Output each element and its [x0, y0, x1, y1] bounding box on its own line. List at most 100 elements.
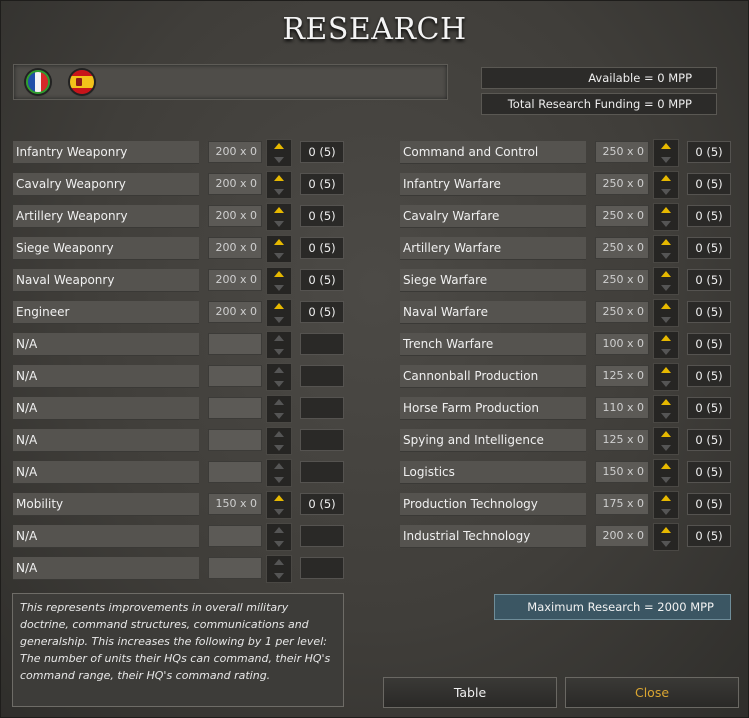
arrow-up-icon[interactable]: [274, 431, 284, 437]
research-stepper[interactable]: [266, 523, 292, 551]
arrow-down-icon[interactable]: [661, 157, 671, 163]
arrow-up-icon[interactable]: [661, 239, 671, 245]
research-label: Cannonball Production: [400, 365, 586, 388]
research-stepper[interactable]: [266, 139, 292, 167]
research-level: 0 (5): [687, 429, 731, 451]
arrow-down-icon[interactable]: [661, 317, 671, 323]
research-stepper[interactable]: [653, 459, 679, 487]
arrow-down-icon[interactable]: [274, 189, 284, 195]
arrow-up-icon[interactable]: [661, 399, 671, 405]
research-stepper[interactable]: [653, 235, 679, 263]
arrow-up-icon[interactable]: [274, 303, 284, 309]
arrow-up-icon[interactable]: [661, 463, 671, 469]
arrow-up-icon[interactable]: [274, 207, 284, 213]
arrow-down-icon[interactable]: [661, 381, 671, 387]
arrow-up-icon[interactable]: [274, 495, 284, 501]
research-stepper[interactable]: [653, 523, 679, 551]
arrow-up-icon[interactable]: [661, 303, 671, 309]
arrow-up-icon[interactable]: [661, 335, 671, 341]
arrow-up-icon[interactable]: [661, 367, 671, 373]
research-cost: 125 x 0: [595, 429, 649, 451]
research-label: Engineer: [13, 301, 199, 324]
research-stepper[interactable]: [653, 395, 679, 423]
arrow-up-icon[interactable]: [274, 143, 284, 149]
research-label: Siege Weaponry: [13, 237, 199, 260]
arrow-down-icon[interactable]: [274, 317, 284, 323]
arrow-up-icon[interactable]: [661, 175, 671, 181]
research-row: Siege Warfare 250 x 0 0 (5): [400, 267, 735, 295]
arrow-down-icon[interactable]: [274, 445, 284, 451]
arrow-up-icon[interactable]: [274, 559, 284, 565]
research-stepper[interactable]: [653, 203, 679, 231]
research-label: N/A: [13, 397, 199, 420]
arrow-up-icon[interactable]: [274, 463, 284, 469]
arrow-down-icon[interactable]: [274, 541, 284, 547]
research-stepper[interactable]: [653, 139, 679, 167]
arrow-down-icon[interactable]: [274, 285, 284, 291]
arrow-down-icon[interactable]: [661, 221, 671, 227]
research-stepper[interactable]: [266, 395, 292, 423]
arrow-down-icon[interactable]: [661, 445, 671, 451]
arrow-down-icon[interactable]: [274, 157, 284, 163]
arrow-up-icon[interactable]: [274, 335, 284, 341]
research-stepper[interactable]: [266, 235, 292, 263]
research-level: [300, 557, 344, 579]
arrow-down-icon[interactable]: [274, 221, 284, 227]
arrow-up-icon[interactable]: [274, 239, 284, 245]
arrow-up-icon[interactable]: [274, 175, 284, 181]
arrow-up-icon[interactable]: [661, 271, 671, 277]
arrow-up-icon[interactable]: [274, 367, 284, 373]
research-stepper[interactable]: [653, 331, 679, 359]
arrow-up-icon[interactable]: [661, 527, 671, 533]
research-stepper[interactable]: [653, 267, 679, 295]
table-button[interactable]: Table: [383, 677, 557, 708]
research-row: N/A: [13, 523, 348, 551]
arrow-down-icon[interactable]: [661, 541, 671, 547]
research-level: 0 (5): [300, 173, 344, 195]
close-button[interactable]: Close: [565, 677, 739, 708]
research-stepper[interactable]: [266, 267, 292, 295]
arrow-up-icon[interactable]: [661, 495, 671, 501]
arrow-up-icon[interactable]: [274, 271, 284, 277]
arrow-down-icon[interactable]: [661, 189, 671, 195]
arrow-up-icon[interactable]: [274, 399, 284, 405]
research-stepper[interactable]: [266, 491, 292, 519]
research-cost: [208, 333, 262, 355]
research-row: Cavalry Warfare 250 x 0 0 (5): [400, 203, 735, 231]
arrow-down-icon[interactable]: [661, 413, 671, 419]
research-stepper[interactable]: [266, 171, 292, 199]
research-stepper[interactable]: [266, 459, 292, 487]
research-stepper[interactable]: [266, 427, 292, 455]
arrow-up-icon[interactable]: [274, 527, 284, 533]
research-label: N/A: [13, 429, 199, 452]
research-stepper[interactable]: [653, 491, 679, 519]
research-stepper[interactable]: [653, 427, 679, 455]
arrow-down-icon[interactable]: [661, 285, 671, 291]
arrow-up-icon[interactable]: [661, 207, 671, 213]
research-stepper[interactable]: [266, 331, 292, 359]
research-stepper[interactable]: [266, 555, 292, 583]
arrow-down-icon[interactable]: [274, 413, 284, 419]
arrow-down-icon[interactable]: [661, 509, 671, 515]
arrow-up-icon[interactable]: [661, 431, 671, 437]
arrow-down-icon[interactable]: [274, 477, 284, 483]
arrow-down-icon[interactable]: [274, 509, 284, 515]
research-stepper[interactable]: [266, 203, 292, 231]
research-cost: [208, 397, 262, 419]
arrow-down-icon[interactable]: [274, 573, 284, 579]
arrow-down-icon[interactable]: [661, 349, 671, 355]
arrow-down-icon[interactable]: [661, 253, 671, 259]
research-stepper[interactable]: [266, 363, 292, 391]
arrow-down-icon[interactable]: [274, 349, 284, 355]
research-stepper[interactable]: [653, 299, 679, 327]
arrow-down-icon[interactable]: [274, 381, 284, 387]
france-flag-icon[interactable]: [26, 70, 50, 94]
spain-flag-icon[interactable]: [70, 70, 94, 94]
research-stepper[interactable]: [266, 299, 292, 327]
arrow-down-icon[interactable]: [274, 253, 284, 259]
arrow-up-icon[interactable]: [661, 143, 671, 149]
research-cost: 250 x 0: [595, 237, 649, 259]
research-stepper[interactable]: [653, 363, 679, 391]
research-stepper[interactable]: [653, 171, 679, 199]
arrow-down-icon[interactable]: [661, 477, 671, 483]
